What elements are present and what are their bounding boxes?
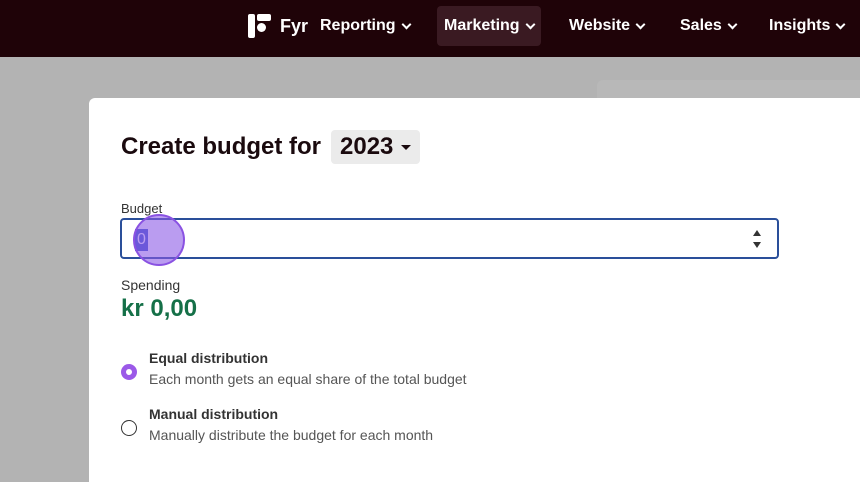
chevron-down-icon [835,19,846,29]
chevron-down-icon [525,19,536,29]
nav-item-website[interactable]: Website [562,6,651,46]
year-select[interactable]: 2023 [331,130,421,164]
option-manual-distribution[interactable]: Manual distribution Manually distribute … [121,406,433,443]
spending-value: kr 0,00 [121,295,198,322]
chevron-down-icon [727,19,738,29]
number-spinner[interactable] [753,227,763,251]
fyr-logo-icon [248,14,272,38]
radio-checked-icon[interactable] [121,364,137,380]
caret-down-icon [401,144,412,150]
nav-item-label: Reporting [320,17,396,34]
nav-item-label: Sales [680,17,722,34]
top-navigation-bar: Fyr Reporting Marketing Website Sales In… [0,0,860,57]
option-title: Manual distribution [149,406,279,422]
nav-item-marketing[interactable]: Marketing [437,6,541,46]
nav-item-sales[interactable]: Sales [673,6,743,46]
nav-item-reporting[interactable]: Reporting [313,6,417,46]
spending-label: Spending [121,277,181,293]
option-equal-distribution[interactable]: Equal distribution Each month gets an eq… [121,350,467,387]
nav-item-label: Marketing [444,17,520,34]
year-select-value: 2023 [340,133,394,160]
spinner-down-icon[interactable] [753,242,761,248]
brand[interactable]: Fyr [248,14,308,38]
nav-item-label: Website [569,17,631,34]
radio-unchecked-icon[interactable] [121,420,137,436]
chevron-down-icon [635,19,646,29]
budget-input[interactable]: 0 [120,218,779,259]
create-budget-modal: Create budget for 2023 Budget 0 Spending… [89,98,860,482]
option-description: Each month gets an equal share of the to… [149,371,467,387]
option-description: Manually distribute the budget for each … [149,427,434,443]
modal-title: Create budget for [121,133,322,160]
option-title: Equal distribution [149,350,268,366]
click-indicator [133,214,185,266]
nav-item-insights[interactable]: Insights [762,6,851,46]
spinner-up-icon[interactable] [753,230,761,236]
brand-name: Fyr [280,15,309,36]
chevron-down-icon [401,19,411,29]
nav-item-label: Insights [769,17,831,34]
